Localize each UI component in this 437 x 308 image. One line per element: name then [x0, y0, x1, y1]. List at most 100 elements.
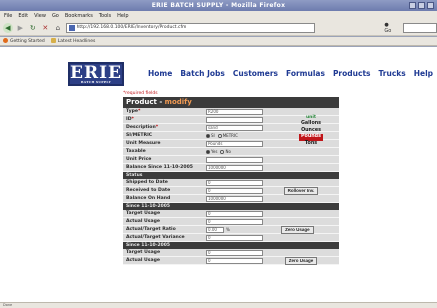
section-since-header: Since 11-10-2005	[123, 203, 339, 210]
go-label: Go	[384, 27, 392, 34]
required-fields-note: *required fields	[123, 91, 158, 96]
field-label: Unit Price	[126, 157, 152, 162]
nav-trucks[interactable]: Trucks	[379, 69, 406, 78]
actual-usage-input-2[interactable]: 0	[206, 257, 263, 264]
section-since-header-2: Since 11-10-2005	[123, 242, 339, 249]
navigation-toolbar: ◀ ▶ ↻ ✕ ⌂ http://192.168.0.100/ERIE/Inve…	[0, 20, 437, 36]
section-status-header: Status	[123, 172, 339, 179]
form-row-balance: Balance Since 11-10-2005 1000000	[123, 164, 339, 172]
form-row-taxable: Taxable Yes No	[123, 148, 339, 156]
balance-input[interactable]: 1000000	[206, 164, 263, 171]
menu-bar: File Edit View Go Bookmarks Tools Help	[0, 11, 437, 20]
status-bar: Done	[0, 302, 437, 308]
nav-customers[interactable]: Customers	[233, 69, 278, 78]
close-button[interactable]	[427, 2, 434, 9]
nav-products[interactable]: Products	[333, 69, 371, 78]
menu-edit[interactable]: Edit	[18, 13, 28, 19]
menu-go[interactable]: Go	[52, 13, 59, 19]
product-form: Product - modify unit Gallons Ounces Pou…	[123, 97, 339, 265]
unit-measure-input[interactable]: Pounds	[206, 140, 263, 147]
maximize-button[interactable]	[418, 2, 425, 9]
nav-batch-jobs[interactable]: Batch Jobs	[180, 69, 225, 78]
bookmarks-toolbar: Getting Started Latest Headlines	[0, 37, 437, 46]
rollover-inv-button[interactable]: Rollover Inv.	[283, 186, 319, 195]
bookmark-label: Latest Headlines	[57, 39, 96, 44]
field-label: Received to Date	[126, 188, 171, 193]
page-content: ERIE BATCH SUPPLY Home Batch Jobs Custom…	[0, 47, 437, 302]
nav-formulas[interactable]: Formulas	[286, 69, 325, 78]
form-row-actual-usage-2: Actual Usage 0 Zero Usage	[123, 256, 339, 265]
variance-input[interactable]: 0	[206, 234, 263, 241]
erie-logo[interactable]: ERIE BATCH SUPPLY	[68, 62, 124, 86]
nav-home[interactable]: Home	[148, 69, 172, 78]
id-input[interactable]	[206, 116, 263, 123]
reload-icon[interactable]: ↻	[28, 23, 38, 33]
field-label: Taxable	[126, 149, 146, 154]
bookmark-latest-headlines[interactable]: Latest Headlines	[50, 38, 96, 44]
field-label: Actual/Target Ratio	[126, 227, 176, 232]
main-navigation: Home Batch Jobs Customers Formulas Produ…	[148, 69, 433, 78]
target-usage-input[interactable]: 0	[206, 210, 263, 217]
field-label: Actual Usage	[126, 258, 160, 263]
field-label: Target Usage	[126, 250, 161, 255]
ratio-input[interactable]: 0.00	[206, 226, 224, 233]
search-input[interactable]	[402, 22, 437, 33]
description-input[interactable]: sand	[206, 124, 263, 131]
taxable-radio-group: Yes No	[206, 149, 231, 154]
field-label: Balance On Hand	[126, 196, 171, 201]
received-input[interactable]: 0	[206, 187, 263, 194]
radio-si[interactable]: SI	[206, 133, 215, 138]
zero-usage-button[interactable]: Zero Usage	[281, 225, 314, 234]
menu-help[interactable]: Help	[117, 13, 128, 19]
unit-list: unit Gallons Ounces Pounds Tons	[283, 115, 339, 147]
rss-folder-icon	[50, 38, 56, 43]
shipped-input[interactable]: 0	[206, 179, 263, 186]
unit-tons[interactable]: Tons	[283, 141, 339, 147]
bookmark-getting-started[interactable]: Getting Started	[3, 38, 45, 44]
url-input[interactable]: http://192.168.0.100/ERIE/Inventory/Prod…	[65, 22, 316, 33]
page-favicon-icon	[68, 24, 75, 31]
unit-price-input[interactable]	[206, 156, 263, 163]
window-titlebar: ERIE BATCH SUPPLY - Mozilla Firefox	[0, 0, 437, 11]
form-row-unit-price: Unit Price	[123, 156, 339, 164]
menu-tools[interactable]: Tools	[99, 13, 111, 19]
form-title-prefix: Product -	[126, 98, 165, 106]
form-row-received: Received to Date 0 Rollover Inv.	[123, 186, 339, 195]
field-label: Actual Usage	[126, 219, 160, 224]
logo-subtitle: BATCH SUPPLY	[80, 80, 112, 84]
field-label: Unit Measure	[126, 141, 161, 146]
menu-file[interactable]: File	[4, 13, 12, 19]
si-metric-radio-group: SI METRIC	[206, 133, 238, 138]
nav-help[interactable]: Help	[414, 69, 433, 78]
form-row-variance: Actual/Target Variance 0	[123, 234, 339, 242]
unit-pounds-selected[interactable]: Pounds	[299, 134, 323, 141]
forward-icon[interactable]: ▶	[16, 23, 26, 33]
radio-yes[interactable]: Yes	[206, 149, 217, 154]
field-label: ID*	[126, 117, 134, 122]
actual-usage-input[interactable]: 0	[206, 218, 263, 225]
go-button[interactable]: ● Go	[384, 22, 396, 34]
stop-icon[interactable]: ✕	[41, 23, 51, 33]
field-label: Actual/Target Variance	[126, 235, 185, 240]
balance-on-hand-input[interactable]: 1000000	[206, 195, 263, 202]
radio-metric[interactable]: METRIC	[217, 133, 238, 138]
home-icon[interactable]: ⌂	[53, 23, 63, 33]
field-label: Type*	[126, 109, 141, 114]
field-label: SI/METRIC	[126, 133, 153, 138]
minimize-button[interactable]	[409, 2, 416, 9]
back-icon[interactable]: ◀	[3, 22, 13, 33]
target-usage-input-2[interactable]: 0	[206, 249, 263, 256]
menu-bookmarks[interactable]: Bookmarks	[65, 13, 93, 19]
bookmark-label: Getting Started	[10, 39, 45, 44]
url-text: http://192.168.0.100/ERIE/Inventory/Prod…	[76, 24, 187, 30]
radio-no[interactable]: No	[220, 149, 231, 154]
percent-suffix: %	[226, 227, 230, 232]
status-text: Done	[3, 303, 13, 307]
zero-usage-button-2[interactable]: Zero Usage	[284, 256, 318, 265]
field-label: Target Usage	[126, 211, 161, 216]
field-label: Description*	[126, 125, 159, 130]
menu-view[interactable]: View	[34, 13, 46, 19]
window-title: ERIE BATCH SUPPLY - Mozilla Firefox	[151, 2, 286, 9]
window-controls	[409, 2, 434, 9]
type-input[interactable]: R200	[206, 108, 263, 115]
